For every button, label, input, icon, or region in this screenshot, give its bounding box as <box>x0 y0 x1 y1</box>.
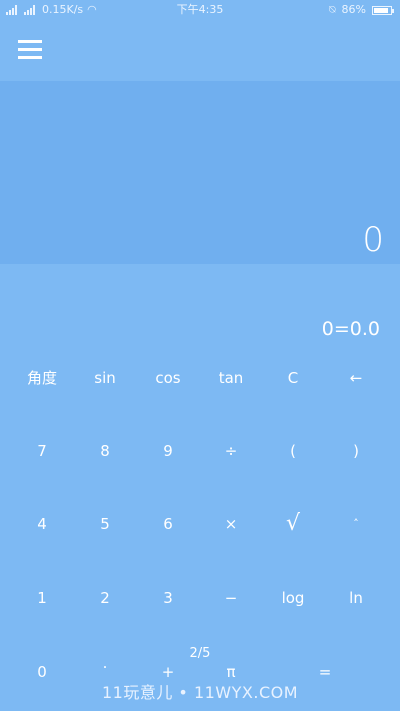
key-8[interactable]: 8 <box>74 424 136 478</box>
key-power[interactable]: ˄ <box>325 497 387 551</box>
menu-icon[interactable] <box>18 40 42 60</box>
key-log[interactable]: log <box>262 571 324 625</box>
battery-icon <box>372 5 394 15</box>
status-right: ⍉ 86% <box>328 0 394 20</box>
key-2[interactable]: 2 <box>74 571 136 625</box>
key-cos[interactable]: cos <box>137 351 199 405</box>
key-open-paren[interactable]: ( <box>262 424 324 478</box>
key-clear[interactable]: C <box>262 351 324 405</box>
key-close-paren[interactable]: ) <box>325 424 387 478</box>
key-7[interactable]: 7 <box>11 424 73 478</box>
status-bar: 0.15K/s ◠ 下午4:35 ⍉ 86% <box>0 0 400 20</box>
watermark: 11玩意儿 • 11WYX.COM <box>101 683 299 702</box>
key-4[interactable]: 4 <box>11 497 73 551</box>
key-ln[interactable]: ln <box>325 571 387 625</box>
key-degree-mode[interactable]: 角度 <box>11 351 73 405</box>
alarm-icon: ⍉ <box>328 3 336 16</box>
key-subtract[interactable]: − <box>200 571 262 625</box>
key-tan[interactable]: tan <box>200 351 262 405</box>
key-backspace[interactable]: ← <box>325 351 387 405</box>
key-sin[interactable]: sin <box>74 351 136 405</box>
current-value: 0 <box>362 220 384 260</box>
key-divide[interactable]: ÷ <box>200 424 262 478</box>
key-5[interactable]: 5 <box>74 497 136 551</box>
key-9[interactable]: 9 <box>137 424 199 478</box>
key-sqrt[interactable]: √ <box>262 497 324 551</box>
key-multiply[interactable]: × <box>200 497 262 551</box>
result-line: 0=0.0 <box>321 318 380 340</box>
page-indicator: 2/5 <box>189 646 211 661</box>
display-panel: 0 <box>0 81 400 264</box>
battery-percent: 86% <box>341 3 366 16</box>
key-6[interactable]: 6 <box>137 497 199 551</box>
key-3[interactable]: 3 <box>137 571 199 625</box>
key-1[interactable]: 1 <box>11 571 73 625</box>
